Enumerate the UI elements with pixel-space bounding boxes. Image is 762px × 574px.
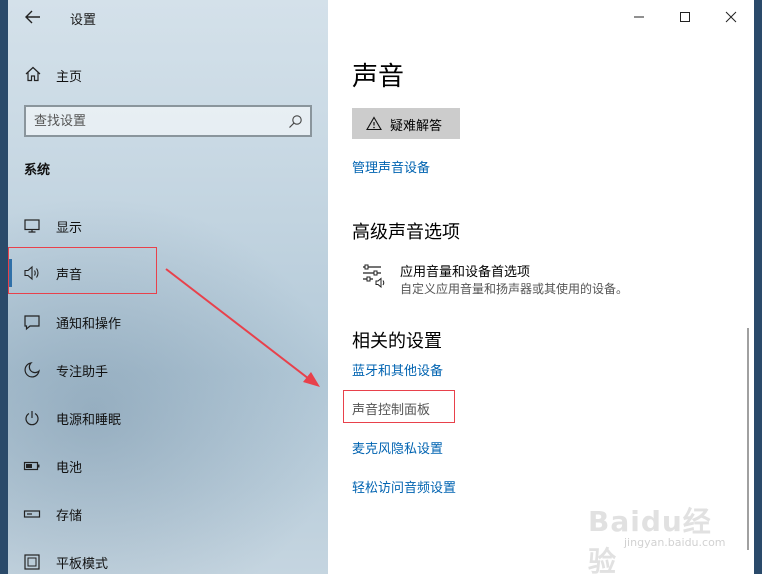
annotation-box-sound [8,247,157,294]
section-title: 系统 [24,163,51,178]
app-volume-item[interactable]: 应用音量和设备首选项 自定义应用音量和扬声器或其使用的设备。 [352,258,732,302]
search-input[interactable] [34,112,274,130]
notification-icon [24,315,40,331]
troubleshoot-label: 疑难解答 [390,118,443,133]
tablet-icon [24,554,40,570]
related-settings-heading: 相关的设置 [352,331,442,352]
sidebar-item-label: 显示 [56,221,83,236]
ease-of-access-audio-link[interactable]: 轻松访问音频设置 [352,477,456,496]
warning-icon [366,116,382,131]
search-box[interactable] [24,105,312,137]
sidebar-item-display[interactable]: 显示 [8,206,328,246]
app-volume-description: 自定义应用音量和扬声器或其使用的设备。 [400,282,629,296]
close-icon [725,11,737,23]
sidebar-item-notifications[interactable]: 通知和操作 [8,302,328,342]
sidebar-item-label: 电源和睡眠 [56,413,122,428]
battery-icon [23,461,40,471]
page-title: 声音 [352,62,405,92]
sidebar-item-tablet-mode[interactable]: 平板模式 [8,542,328,574]
app-volume-title: 应用音量和设备首选项 [400,265,531,280]
advanced-sound-heading: 高级声音选项 [352,222,460,243]
power-icon [25,411,39,426]
sidebar: 设置 主页 系统 显示 [8,0,328,574]
minimize-icon [634,16,644,18]
manage-sound-devices-link[interactable]: 管理声音设备 [352,157,430,176]
moon-icon [24,362,40,378]
sidebar-titlebar: 设置 [8,0,328,34]
sidebar-item-label: 平板模式 [56,557,109,572]
watermark-url: jingyan.baidu.com [624,536,726,549]
troubleshoot-button[interactable]: 疑难解答 [352,108,460,139]
sidebar-item-label: 电池 [56,461,83,476]
sidebar-item-label: 专注助手 [56,365,109,380]
maximize-icon [680,12,690,22]
sidebar-item-focus-assist[interactable]: 专注助手 [8,350,328,390]
search-icon[interactable] [288,114,303,129]
sliders-speaker-icon [363,264,385,288]
sidebar-item-battery[interactable]: 电池 [8,446,328,486]
window-title: 设置 [70,13,97,28]
content-pane: 声音 疑难解答 管理声音设备 高级声音选项 应用音量和设备首选项 自定义应用音量… [328,0,754,574]
sidebar-item-label: 主页 [56,70,83,85]
watermark: Baidu经验 jingyan.baidu.com [586,494,736,574]
sidebar-item-home[interactable]: 主页 [8,60,328,88]
sidebar-item-power[interactable]: 电源和睡眠 [8,398,328,438]
scrollbar[interactable] [747,328,749,550]
monitor-icon [24,219,40,233]
annotation-box-control-panel [343,390,455,423]
home-icon [25,66,41,82]
back-arrow-icon[interactable] [22,6,44,28]
close-button[interactable] [708,0,754,34]
maximize-button[interactable] [662,0,708,34]
mic-privacy-link[interactable]: 麦克风隐私设置 [352,438,443,457]
storage-icon [23,510,41,518]
minimize-button[interactable] [616,0,662,34]
bluetooth-devices-link[interactable]: 蓝牙和其他设备 [352,360,443,379]
sidebar-item-label: 通知和操作 [56,317,122,332]
settings-window: 设置 主页 系统 显示 [8,0,754,574]
sidebar-item-label: 存储 [56,509,83,524]
sidebar-item-storage[interactable]: 存储 [8,494,328,534]
